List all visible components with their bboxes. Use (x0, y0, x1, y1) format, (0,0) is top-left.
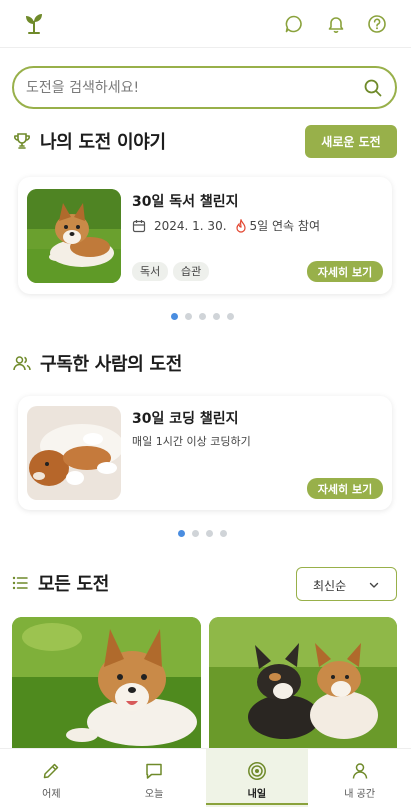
message-circle-icon[interactable] (284, 14, 304, 34)
flame-icon (235, 218, 246, 233)
page-dot[interactable] (220, 530, 227, 537)
nav-label: 내일 (247, 789, 267, 800)
card-description: 매일 1시간 이상 코딩하기 (132, 435, 251, 448)
nav-item-yesterday[interactable]: 어제 (0, 749, 103, 807)
challenge-thumbnail[interactable] (209, 617, 397, 757)
my-challenge-card[interactable]: 30일 독서 챌린지 2024. 1. 30. 5일 연속 참여 독서 습관 자… (18, 177, 392, 294)
page-dot[interactable] (171, 313, 178, 320)
tag-chip[interactable]: 독서 (132, 262, 169, 281)
challenge-thumbnail[interactable] (12, 617, 201, 757)
page-dot[interactable] (206, 530, 213, 537)
bottom-navigation: 어제 오늘 내일 내 공간 (0, 748, 411, 807)
page-dot[interactable] (213, 313, 220, 320)
nav-label: 내 공간 (344, 789, 376, 800)
corgi-photo (27, 189, 121, 283)
list-icon (12, 576, 28, 590)
page-dot[interactable] (192, 530, 199, 537)
target-icon (247, 762, 266, 780)
top-bar (0, 0, 411, 48)
section-title: 구독한 사람의 도전 (40, 354, 183, 375)
carousel-pagination (178, 530, 227, 537)
user-icon (352, 763, 367, 779)
card-streak: 5일 연속 참여 (249, 219, 320, 233)
pencil-icon (44, 763, 59, 779)
card-meta: 2024. 1. 30. 5일 연속 참여 (132, 217, 320, 234)
page-dot[interactable] (227, 313, 234, 320)
puppy-photo (27, 406, 121, 500)
tag-chip[interactable]: 습관 (173, 262, 210, 281)
search-icon[interactable] (363, 78, 383, 98)
all-challenges-header: 모든 도전 (12, 569, 109, 597)
trophy-icon (14, 133, 30, 149)
view-details-button[interactable]: 자세히 보기 (307, 261, 383, 282)
bell-icon[interactable] (326, 14, 346, 34)
search-input[interactable] (26, 77, 346, 99)
nav-item-my-space[interactable]: 내 공간 (308, 749, 411, 807)
chat-square-icon (146, 763, 162, 779)
card-date: 2024. 1. 30. (154, 218, 227, 233)
nav-label: 오늘 (144, 789, 164, 800)
page-dot[interactable] (178, 530, 185, 537)
sort-selected-value: 최신순 (313, 579, 347, 593)
sprout-logo-icon[interactable] (24, 12, 44, 34)
page-dot[interactable] (199, 313, 206, 320)
section-title: 나의 도전 이야기 (40, 132, 166, 153)
carousel-pagination (171, 313, 234, 320)
view-details-button[interactable]: 자세히 보기 (307, 478, 383, 499)
chevron-down-icon (369, 582, 379, 588)
calendar-icon (132, 219, 146, 232)
nav-label: 어제 (42, 789, 61, 800)
card-title: 30일 독서 챌린지 (132, 194, 239, 210)
new-challenge-button[interactable]: 새로운 도전 (305, 125, 397, 158)
subscribed-header: 구독한 사람의 도전 (12, 349, 182, 377)
subscribed-challenge-card[interactable]: 30일 코딩 챌린지 매일 1시간 이상 코딩하기 자세히 보기 (18, 396, 392, 510)
help-icon[interactable] (367, 14, 387, 34)
page-dot[interactable] (185, 313, 192, 320)
section-title: 모든 도전 (38, 574, 110, 595)
card-title: 30일 코딩 챌린지 (132, 411, 239, 427)
nav-item-tomorrow[interactable]: 내일 (205, 749, 309, 807)
nav-item-today[interactable]: 오늘 (103, 749, 206, 807)
users-icon (13, 356, 31, 371)
search-bar (12, 66, 397, 109)
my-challenges-header: 나의 도전 이야기 (12, 127, 166, 155)
sort-dropdown[interactable]: 최신순 (296, 567, 397, 601)
